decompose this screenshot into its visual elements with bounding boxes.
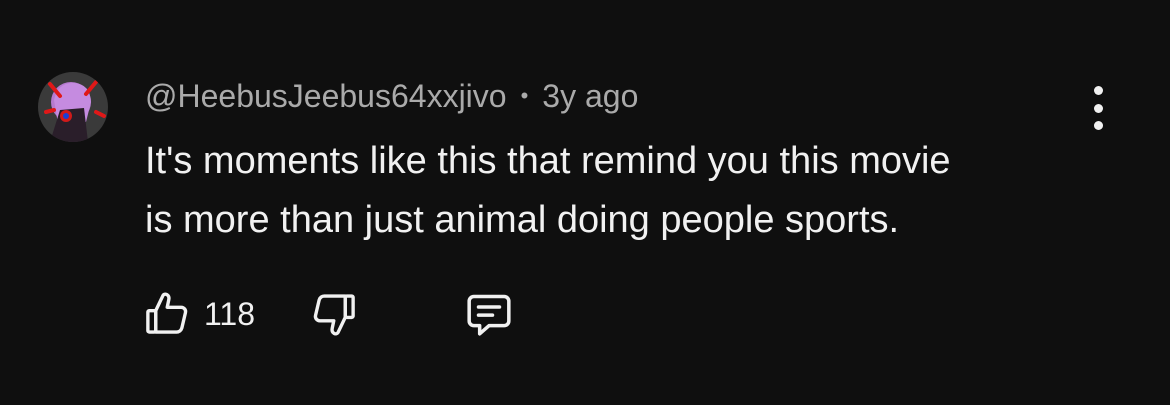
more-options-button[interactable] — [1080, 86, 1116, 130]
meta-separator: • — [520, 83, 529, 108]
reply-button[interactable] — [461, 286, 517, 342]
comment-timestamp: 3y ago — [542, 77, 639, 114]
author-name[interactable]: @HeebusJeebus64xxjivo — [145, 78, 507, 115]
comment-text-line: is more than just animal doing people sp… — [145, 199, 900, 241]
comment-text-line: It's moments like this that remind you t… — [145, 140, 951, 182]
comment-item: @HeebusJeebus64xxjivo • 3y ago It's mome… — [0, 0, 1170, 405]
like-count: 118 — [204, 295, 256, 332]
comment-reply-icon — [467, 294, 511, 336]
comment-text: It's moments like this that remind you t… — [145, 132, 1105, 250]
vertical-dot — [1093, 121, 1103, 130]
thumbs-down-icon — [313, 294, 355, 336]
like-button[interactable]: 118 — [140, 287, 255, 341]
thumbs-up-icon — [146, 292, 188, 334]
vertical-dot — [1093, 103, 1103, 113]
dislike-button[interactable] — [307, 287, 361, 341]
comment-actions: 118 — [140, 286, 517, 342]
vertical-dots-icon — [1093, 86, 1103, 95]
comment-meta: @HeebusJeebus64xxjivo • 3y ago — [145, 76, 638, 116]
avatar[interactable] — [38, 72, 108, 142]
